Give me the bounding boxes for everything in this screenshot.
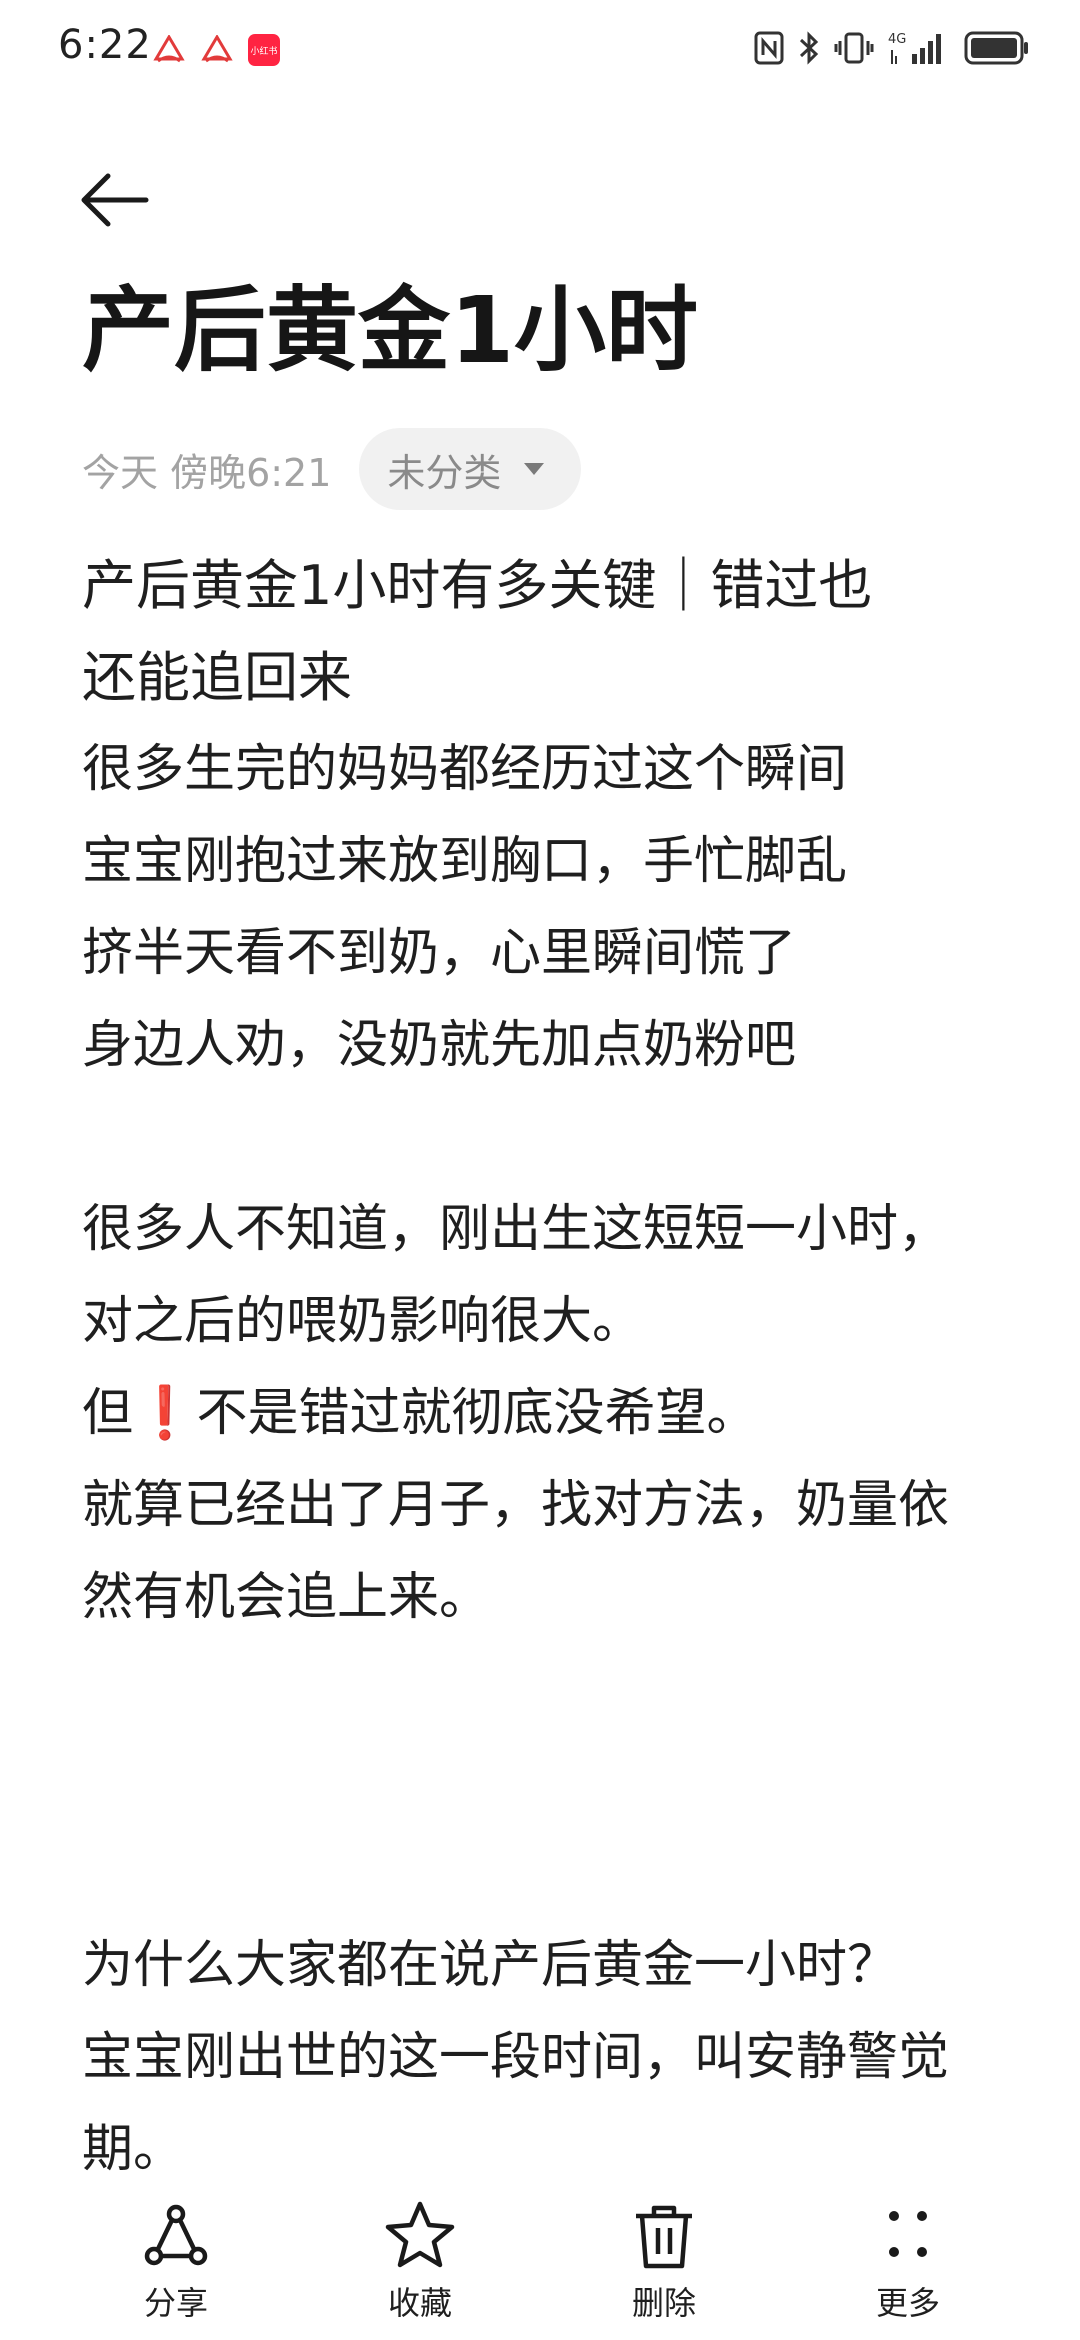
note-date: 今天 傍晚6:21 bbox=[82, 450, 332, 495]
nfc-icon bbox=[754, 31, 784, 65]
network-type-label: 4G bbox=[888, 32, 906, 47]
note-line: 产后黄金1小时有多关键｜错过也 bbox=[82, 554, 873, 617]
note-line bbox=[82, 1828, 1022, 1920]
battery-icon bbox=[964, 31, 1028, 65]
more-dots-icon bbox=[889, 2211, 927, 2257]
note-line: 很多生完的妈妈都经历过这个瞬间 bbox=[82, 740, 848, 799]
note-line: 挤半天看不到奶，心里瞬间慌了 bbox=[82, 924, 797, 983]
note-title[interactable]: 产后黄金1小时 bbox=[82, 280, 698, 381]
back-button[interactable] bbox=[78, 160, 168, 240]
note-line: 宝宝刚抱过来放到胸口，手忙脚乱 bbox=[82, 832, 848, 891]
star-icon bbox=[385, 2201, 455, 2268]
notification-icons: 小红书 bbox=[152, 34, 280, 66]
back-arrow-icon bbox=[81, 173, 149, 227]
favorite-button[interactable]: 收藏 bbox=[350, 2196, 490, 2324]
note-line: 就算已经出了月子，找对方法，奶量依 bbox=[82, 1476, 950, 1535]
vibrate-icon bbox=[834, 32, 874, 64]
trash-icon bbox=[636, 2205, 692, 2269]
note-meta: 今天 傍晚6:21 未分类 bbox=[82, 428, 582, 510]
app-notification-icon bbox=[201, 35, 233, 63]
note-line bbox=[82, 1736, 1022, 1828]
bluetooth-icon bbox=[799, 31, 819, 65]
share-icon bbox=[144, 2204, 208, 2266]
more-button[interactable]: 更多 bbox=[838, 2196, 978, 2324]
note-line: 但❗不是错过就彻底没希望。 bbox=[82, 1384, 758, 1443]
delete-label: 删除 bbox=[631, 2284, 696, 2322]
status-time: 6:22 bbox=[58, 22, 152, 68]
share-button[interactable]: 分享 bbox=[106, 2196, 246, 2324]
app-notification-icon bbox=[153, 35, 185, 63]
share-label: 分享 bbox=[143, 2284, 208, 2322]
note-line: 宝宝刚出世的这一段时间，叫安静警觉 bbox=[82, 2028, 950, 2087]
delete-button[interactable]: 删除 bbox=[594, 2196, 734, 2324]
note-body[interactable]: 产后黄金1小时有多关键｜错过也 还能追回来 很多生完的妈妈都经历过这个瞬间 宝宝… bbox=[82, 540, 1022, 2196]
note-line bbox=[82, 1092, 1022, 1184]
note-line: 还能追回来 bbox=[82, 646, 352, 709]
category-label: 未分类 bbox=[387, 450, 502, 495]
note-line: 很多人不知道，刚出生这短短一小时， bbox=[82, 1200, 950, 1259]
caret-down-icon bbox=[524, 463, 545, 475]
status-indicators: 4G bbox=[754, 30, 1030, 66]
status-bar: 6:22 小红书 4G bbox=[0, 0, 1080, 100]
note-line: 然有机会追上来。 bbox=[82, 1568, 491, 1627]
signal-icon: 4G bbox=[888, 32, 941, 64]
bottom-toolbar: 分享 收藏 删除 更多 bbox=[0, 2182, 1080, 2340]
note-line: 为什么大家都在说产后黄金一小时？ bbox=[82, 1936, 899, 1995]
favorite-label: 收藏 bbox=[387, 2284, 452, 2322]
note-line: 对之后的喂奶影响很大。 bbox=[82, 1292, 644, 1351]
more-label: 更多 bbox=[875, 2284, 940, 2322]
note-line: 身边人劝，没奶就先加点奶粉吧 bbox=[82, 1016, 797, 1075]
category-dropdown[interactable]: 未分类 bbox=[359, 428, 582, 510]
note-line bbox=[82, 1644, 1022, 1736]
rednote-icon: 小红书 bbox=[248, 34, 280, 66]
